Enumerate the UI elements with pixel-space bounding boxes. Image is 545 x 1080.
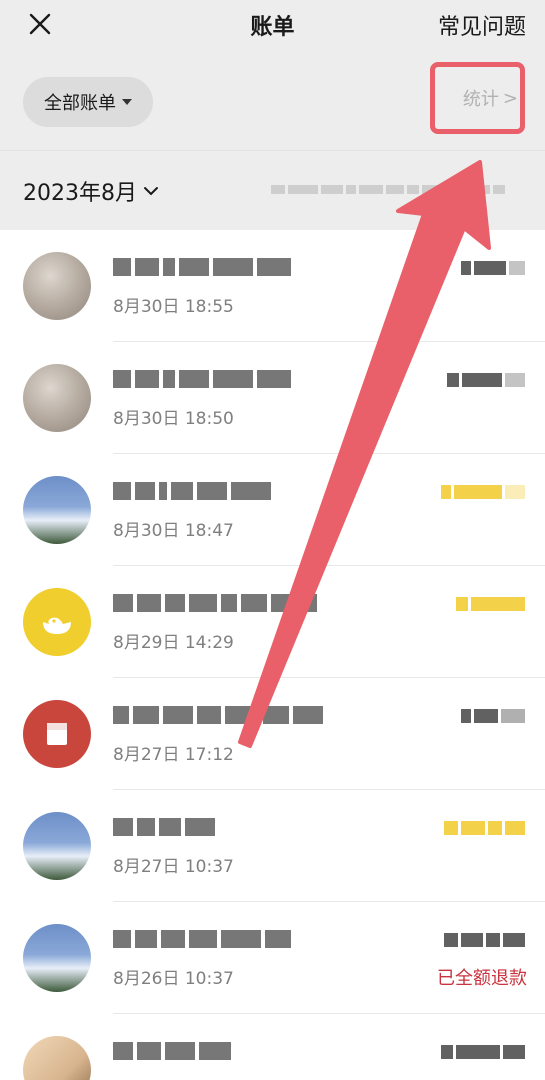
- month-header: 2023年8月: [0, 150, 545, 230]
- transaction-row[interactable]: 8月27日 10:37: [0, 790, 545, 902]
- avatar: [23, 700, 91, 768]
- transaction-amount-redacted: [461, 258, 525, 278]
- avatar: [23, 364, 91, 432]
- stats-button[interactable]: 统计 >: [430, 62, 525, 134]
- transaction-time: 8月30日 18:55: [113, 297, 234, 317]
- faq-link[interactable]: 常见问题: [438, 9, 526, 41]
- transaction-amount-redacted: [441, 482, 525, 502]
- transaction-amount-redacted: [444, 930, 525, 950]
- month-summary-redacted: [271, 181, 521, 197]
- transaction-list: 8月30日 18:55 8月30日 18:50 8月30日 18:47 8月29…: [0, 230, 545, 1080]
- transaction-amount-redacted: [444, 818, 525, 838]
- transaction-time: 8月29日 14:29: [113, 633, 234, 653]
- transaction-row[interactable]: 8月30日 18:47: [0, 454, 545, 566]
- duck-icon: [43, 617, 71, 634]
- avatar: [23, 252, 91, 320]
- transaction-row[interactable]: 8月30日 18:50: [0, 342, 545, 454]
- filter-bar: 全部账单 统计 >: [0, 50, 545, 150]
- avatar: [23, 812, 91, 880]
- transaction-title-redacted: [113, 592, 317, 614]
- transaction-title-redacted: [113, 480, 271, 502]
- red-envelope-icon: [47, 723, 67, 745]
- all-bills-filter-label: 全部账单: [44, 93, 116, 114]
- month-selector[interactable]: 2023年8月: [23, 175, 159, 207]
- transaction-amount-redacted: [461, 706, 525, 726]
- month-label: 2023年8月: [23, 181, 137, 206]
- transaction-row[interactable]: [0, 1014, 545, 1080]
- transaction-title-redacted: [113, 368, 291, 390]
- transaction-time: 8月27日 10:37: [113, 857, 234, 877]
- transaction-amount-redacted: [456, 594, 525, 614]
- transaction-title-redacted: [113, 1040, 231, 1062]
- refund-status-label: 已全额退款: [437, 968, 527, 989]
- avatar: [23, 476, 91, 544]
- top-nav-bar: 账单 常见问题: [0, 0, 545, 50]
- stats-label: 统计: [462, 89, 499, 110]
- transaction-time: 8月30日 18:47: [113, 521, 234, 541]
- all-bills-filter-button[interactable]: 全部账单: [23, 77, 153, 127]
- avatar: [23, 588, 91, 656]
- avatar: [23, 924, 91, 992]
- transaction-title-redacted: [113, 816, 215, 838]
- transaction-title-redacted: [113, 928, 291, 950]
- avatar: [23, 1036, 91, 1080]
- transaction-amount-redacted: [447, 370, 525, 390]
- transaction-row[interactable]: 8月29日 14:29: [0, 566, 545, 678]
- caret-down-icon: [122, 99, 132, 105]
- transaction-row[interactable]: 8月26日 10:37 已全额退款: [0, 902, 545, 1014]
- chevron-down-icon: [144, 187, 158, 196]
- transaction-title-redacted: [113, 704, 323, 726]
- chevron-right-icon: >: [502, 87, 518, 109]
- transaction-row[interactable]: 8月27日 17:12: [0, 678, 545, 790]
- transaction-time: 8月26日 10:37: [113, 969, 234, 989]
- transaction-time: 8月30日 18:50: [113, 409, 234, 429]
- transaction-title-redacted: [113, 256, 291, 278]
- transaction-amount-redacted: [441, 1042, 525, 1062]
- transaction-time: 8月27日 17:12: [113, 745, 234, 765]
- transaction-row[interactable]: 8月30日 18:55: [0, 230, 545, 342]
